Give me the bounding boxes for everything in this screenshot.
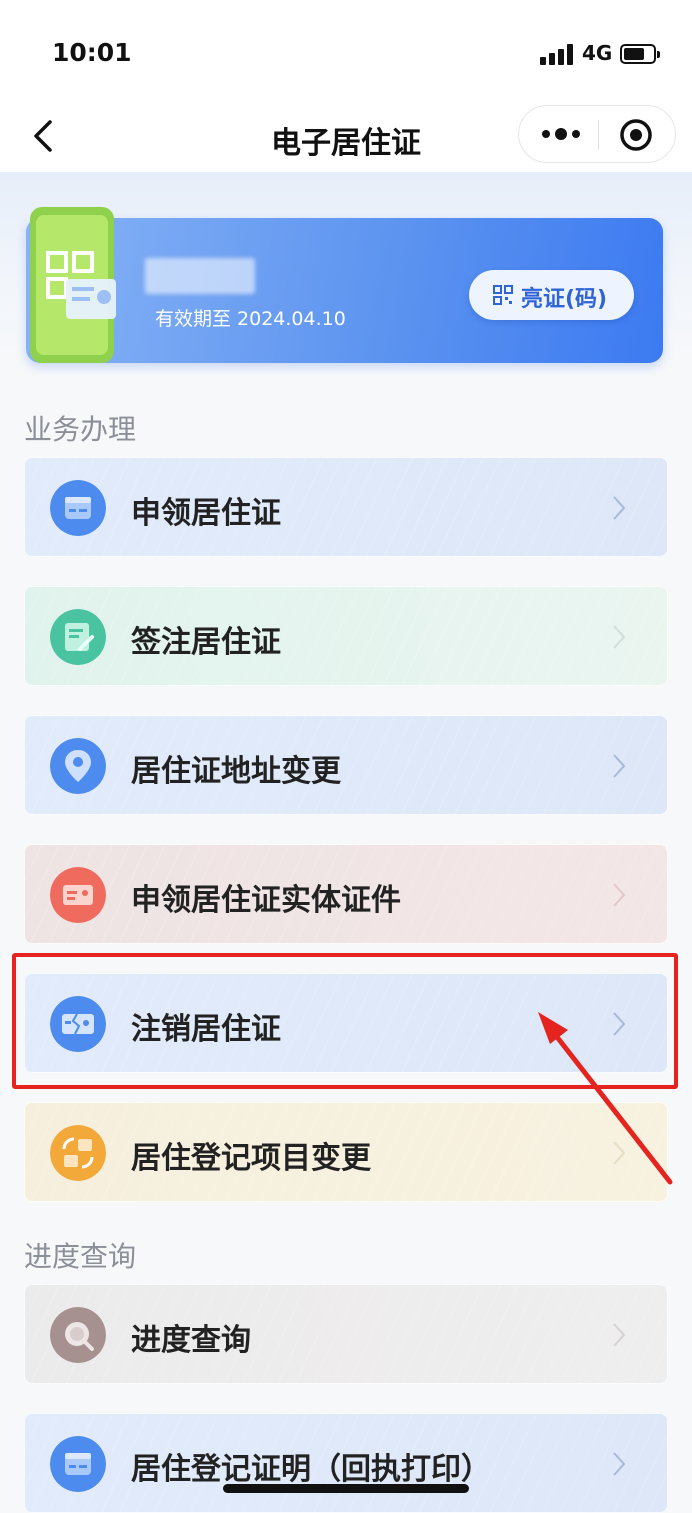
validity-text: 有效期至 2024.04.10 xyxy=(155,308,346,330)
qr-code-icon xyxy=(493,285,513,305)
menu-item-label: 申领居住证实体证件 xyxy=(131,883,401,918)
menu-item-registration-change[interactable]: 居住登记项目变更 xyxy=(24,1102,668,1202)
certificate-icon xyxy=(50,1436,106,1492)
chevron-right-icon xyxy=(613,1452,626,1476)
nav-bar: 电子居住证 xyxy=(0,100,692,172)
status-bar: 10:01 4G xyxy=(0,0,692,100)
menu-item-label: 居住登记证明（回执打印） xyxy=(131,1452,491,1487)
name-redacted xyxy=(145,258,255,294)
network-type: 4G xyxy=(582,41,613,65)
mini-program-capsule xyxy=(518,105,676,163)
search-icon xyxy=(50,1307,106,1363)
target-circle-icon[interactable] xyxy=(619,118,653,152)
battery-icon xyxy=(620,44,660,64)
document-edit-icon xyxy=(50,609,106,665)
menu-item-label: 居住登记项目变更 xyxy=(131,1141,371,1176)
signal-icon xyxy=(540,43,574,65)
menu-item-label: 注销居住证 xyxy=(131,1012,281,1047)
menu-item-label: 进度查询 xyxy=(131,1323,251,1358)
chevron-right-icon xyxy=(613,1141,626,1165)
menu-item-label: 签注居住证 xyxy=(131,625,281,660)
qr-button-label: 亮证(码) xyxy=(521,287,608,312)
physical-card-icon xyxy=(50,867,106,923)
chevron-right-icon xyxy=(613,496,626,520)
menu-item-label: 申领居住证 xyxy=(131,496,281,531)
menu-item-apply-physical-permit[interactable]: 申领居住证实体证件 xyxy=(24,844,668,944)
menu-item-apply-residence-permit[interactable]: 申领居住证 xyxy=(24,457,668,557)
swap-icon xyxy=(50,1125,106,1181)
more-dots-icon[interactable] xyxy=(539,122,583,146)
status-time: 10:01 xyxy=(52,38,132,67)
section-title-progress: 进度查询 xyxy=(24,1240,137,1273)
menu-item-cancel-residence-permit[interactable]: 注销居住证 xyxy=(24,973,668,1073)
broken-card-icon xyxy=(50,996,106,1052)
phone-qr-illustration-icon xyxy=(30,207,116,363)
menu-item-address-change[interactable]: 居住证地址变更 xyxy=(24,715,668,815)
location-pin-icon xyxy=(50,738,106,794)
menu-item-progress-query[interactable]: 进度查询 xyxy=(24,1284,668,1384)
menu-item-endorse-residence-permit[interactable]: 签注居住证 xyxy=(24,586,668,686)
menu-item-label: 居住证地址变更 xyxy=(131,754,341,789)
capsule-divider xyxy=(598,120,599,150)
chevron-right-icon xyxy=(613,1012,626,1036)
chevron-right-icon xyxy=(613,625,626,649)
chevron-right-icon xyxy=(613,883,626,907)
id-card-icon xyxy=(50,480,106,536)
section-title-business: 业务办理 xyxy=(24,413,137,446)
menu-item-registration-certificate[interactable]: 居住登记证明（回执打印） xyxy=(24,1413,668,1513)
show-qr-button[interactable]: 亮证(码) xyxy=(469,270,634,320)
chevron-right-icon xyxy=(613,1323,626,1347)
chevron-right-icon xyxy=(613,754,626,778)
